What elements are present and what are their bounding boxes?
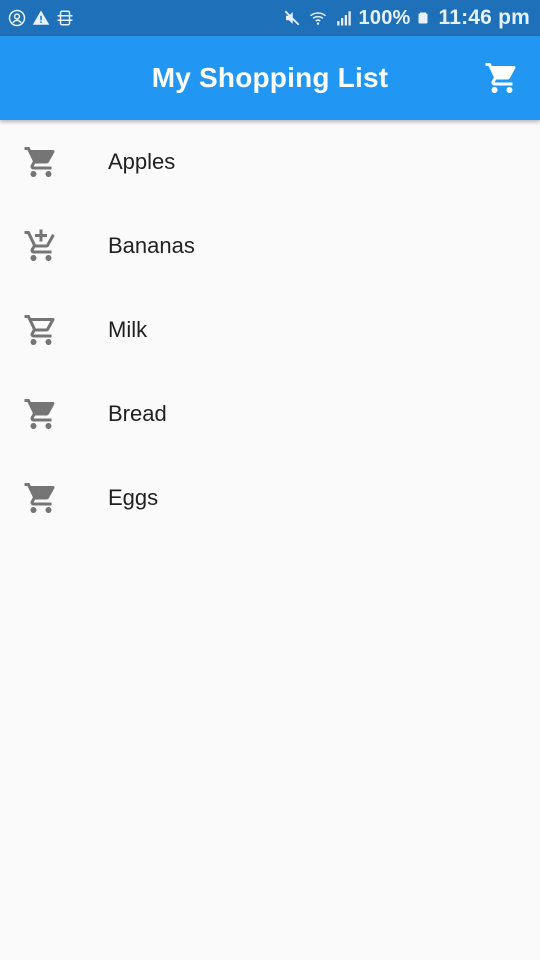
list-item[interactable]: Bread [0,372,540,456]
mute-icon [284,10,299,26]
shopping-cart-icon [485,63,516,93]
list-item[interactable]: Apples [0,120,540,204]
list-item-label: Bananas [108,233,195,258]
status-bar-left [8,9,74,27]
list-item-label: Eggs [108,485,159,510]
list-item-label: Bread [108,401,167,426]
app-title: My Shopping List [151,62,389,93]
shopping-cart-outline-icon [24,315,55,345]
warning-icon [32,10,50,25]
shopping-cart-icon [24,483,55,513]
status-bar: 100% 11:46 pm [0,0,540,36]
list-item-label: Apples [108,149,176,174]
vpn-icon [57,10,73,26]
shopping-cart-icon [24,399,55,429]
shopping-list: Apples Bananas Milk Bread Eggs [0,120,540,540]
battery-icon [418,12,427,24]
shopping-cart-icon [24,147,55,177]
wifi-icon [309,12,326,25]
status-time: 11:46 pm [438,6,530,29]
list-item-label: Milk [108,317,148,342]
account-circle-icon [8,9,26,27]
app-bar: My Shopping List [0,36,540,120]
list-item[interactable]: Milk [0,288,540,372]
status-bar-right: 100% 11:46 pm [283,6,530,30]
add-shopping-cart-icon [24,229,55,261]
battery-percent: 100% [358,6,411,29]
signal-icon [336,11,351,26]
list-item[interactable]: Eggs [0,456,540,540]
cart-button[interactable] [484,60,520,96]
list-item[interactable]: Bananas [0,204,540,288]
